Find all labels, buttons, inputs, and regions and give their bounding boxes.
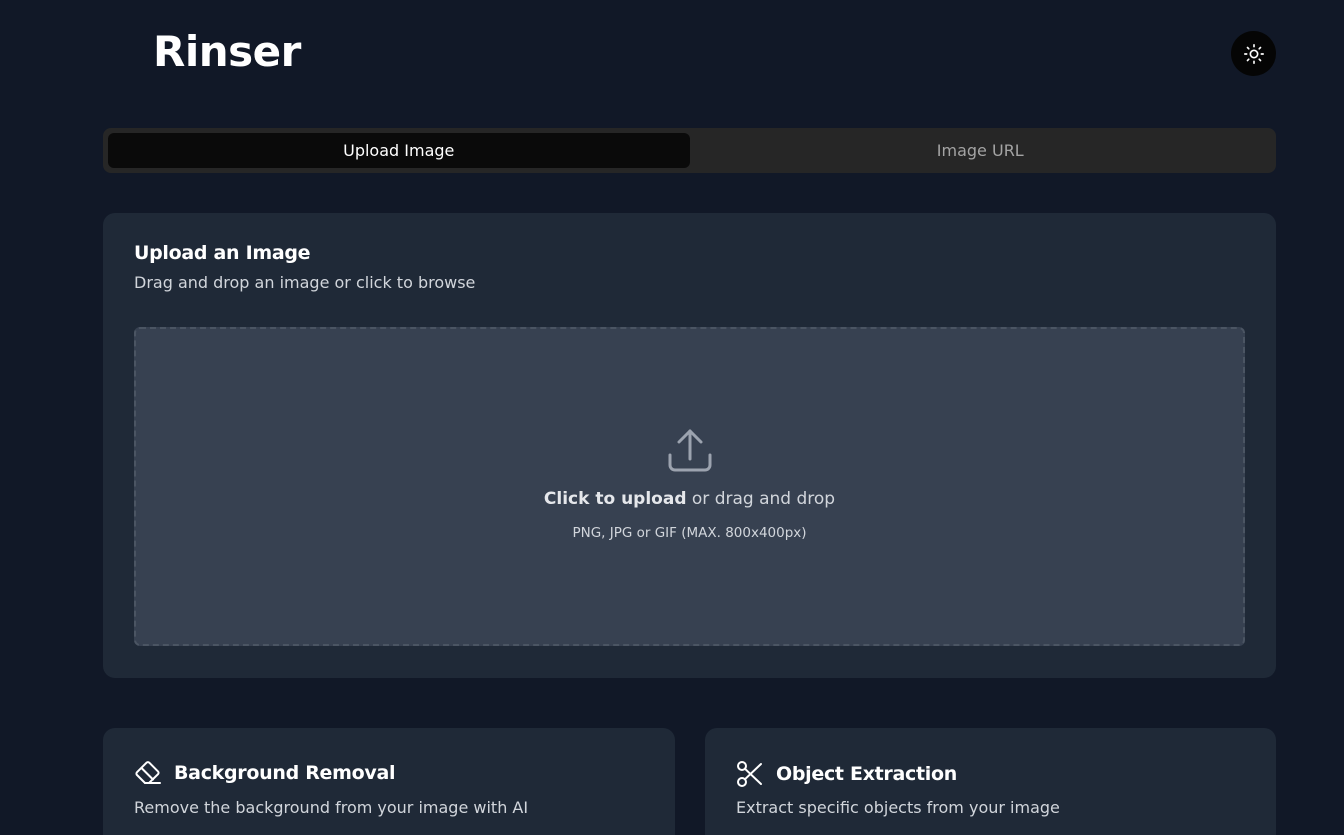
feature-header: Object Extraction [736,760,957,788]
feature-description: Extract specific objects from your image [736,798,1060,817]
theme-toggle-button[interactable] [1231,31,1276,76]
app-root: Rinser Upload Image Image URL Upload an … [0,0,1344,835]
source-tabs: Upload Image Image URL [103,128,1276,173]
feature-card-object-extraction[interactable]: Object Extraction Extract specific objec… [705,728,1276,835]
scissors-icon [737,761,762,787]
upload-card-description: Drag and drop an image or click to brows… [134,273,476,292]
dropzone-instructions: Click to upload or drag and drop [136,489,1243,509]
tab-upload-image[interactable]: Upload Image [108,133,690,168]
click-to-upload-label: Click to upload [543,489,687,509]
upload-card: Upload an Image Drag and drop an image o… [103,213,1276,678]
feature-title: Object Extraction [776,763,957,785]
feature-header: Background Removal [134,760,395,786]
dropzone-file-hint: PNG, JPG or GIF (MAX. 800x400px) [572,525,807,541]
tab-image-url[interactable]: Image URL [690,133,1272,168]
feature-card-background-removal[interactable]: Background Removal Remove the background… [103,728,675,835]
feature-title: Background Removal [174,762,396,784]
drag-and-drop-label: or drag and drop [686,489,836,509]
upload-card-title: Upload an Image [134,242,311,264]
feature-description: Remove the background from your image wi… [134,798,529,817]
app-brand: Rinser [153,27,301,76]
eraser-icon [135,761,161,784]
upload-dropzone[interactable]: Click to upload or drag and drop PNG, JP… [134,327,1245,646]
sun-icon [1243,43,1264,64]
upload-icon [668,429,712,472]
